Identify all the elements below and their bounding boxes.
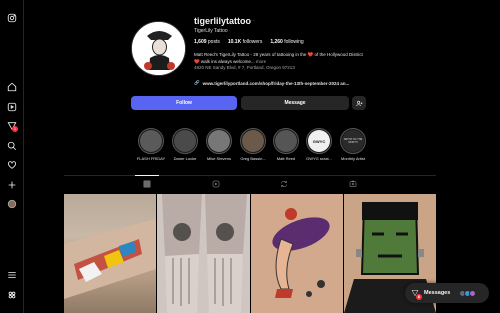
reels-tab-icon xyxy=(212,180,220,188)
active-tab-indicator xyxy=(135,175,159,176)
profile-avatar[interactable] xyxy=(131,21,186,76)
post-thumbnail[interactable] xyxy=(64,194,156,313)
tab-reels[interactable] xyxy=(212,180,220,188)
left-nav-rail: 1 xyxy=(0,0,24,313)
add-person-icon xyxy=(355,100,362,106)
profile-full-name: TigerLily Tattoo xyxy=(194,28,228,34)
messages-badge: 6 xyxy=(416,294,422,300)
message-button[interactable]: Message xyxy=(241,96,349,110)
grid-icon xyxy=(143,180,151,188)
post-thumbnail[interactable] xyxy=(251,194,343,313)
messenger-icon[interactable]: 1 xyxy=(7,121,18,132)
message-avatars xyxy=(459,289,477,297)
highlight-matt-reed[interactable]: Matt Reed xyxy=(270,128,302,161)
reels-icon[interactable] xyxy=(7,102,17,112)
messages-label: Messages xyxy=(424,290,451,296)
highlight-label: Monthly Artist xyxy=(340,156,365,161)
highlight-cover xyxy=(208,130,230,152)
tab-posts[interactable] xyxy=(143,180,151,188)
highlight-greg-bassin[interactable]: Greg Bassin... xyxy=(237,128,269,161)
highlight-cover xyxy=(174,130,196,152)
post-thumbnail[interactable] xyxy=(157,194,250,313)
tattoo-photo-arm xyxy=(64,219,156,299)
tagged-icon xyxy=(349,180,357,187)
menu-icon[interactable] xyxy=(7,270,17,280)
messages-button[interactable]: 6 Messages xyxy=(405,283,489,303)
home-icon[interactable] xyxy=(7,82,17,92)
follow-button[interactable]: Follow xyxy=(131,96,237,110)
highlight-label: Mike Stevens xyxy=(206,156,231,161)
highlight-cover: GWYC xyxy=(308,130,330,152)
notification-badge: 1 xyxy=(12,126,18,132)
highlight-daner-locke[interactable]: Daner Locke xyxy=(169,128,201,161)
highlight-label: Matt Reed xyxy=(276,156,296,161)
instagram-logo-icon[interactable] xyxy=(7,13,17,23)
highlight-label: Greg Bassin... xyxy=(240,156,266,161)
suggest-user-button[interactable] xyxy=(352,96,366,110)
tab-reposts[interactable] xyxy=(280,180,288,188)
highlight-flash-friday[interactable]: FLASH FRIDAY xyxy=(135,128,167,161)
profile-link[interactable]: 🔗 www.tigerlilyportland.com/shop/friday-… xyxy=(194,80,349,86)
profile-username: tigerlilytattoo xyxy=(194,16,252,26)
avatar xyxy=(469,289,477,297)
create-icon[interactable] xyxy=(7,180,17,190)
highlight-cover xyxy=(275,130,297,152)
highlight-monthly-artist[interactable]: ARTIST OF THE MONTH Monthly Artist xyxy=(337,128,369,161)
threads-icon[interactable] xyxy=(7,290,17,300)
following-count[interactable]: 1,260 following xyxy=(270,39,303,45)
highlight-label: GWYG scrat... xyxy=(306,156,332,161)
profile-link-text[interactable]: www.tigerlilyportland.com/shop/friday-th… xyxy=(203,81,350,86)
highlight-cover: ARTIST OF THE MONTH xyxy=(342,130,364,152)
profile-bio: Matt Reed's TigerLily Tattoo - 28 years … xyxy=(194,52,374,72)
highlight-cover xyxy=(242,130,264,152)
tabs-divider xyxy=(64,175,436,176)
posts-count[interactable]: 1,609 posts xyxy=(194,39,220,45)
heart-icon[interactable] xyxy=(7,160,17,170)
repost-icon xyxy=(281,180,287,188)
highlight-label: FLASH FRIDAY xyxy=(136,156,166,161)
bio-address: 4820 NE Sandy Blvd, # 7, Portland, Orego… xyxy=(194,65,295,70)
profile-stats: 1,609 posts 10.1K followers 1,260 follow… xyxy=(194,39,304,45)
highlight-gwyg-scratch[interactable]: GWYC GWYG scrat... xyxy=(303,128,335,161)
bio-more-link[interactable]: more xyxy=(256,59,266,64)
highlight-mike-stevens[interactable]: Mike Stevens xyxy=(203,128,235,161)
search-icon[interactable] xyxy=(7,141,17,151)
tattoo-photo-pinup xyxy=(251,194,343,313)
followers-count[interactable]: 10.1K followers xyxy=(228,39,262,45)
tattoo-photo-hands xyxy=(157,194,250,313)
tab-tagged[interactable] xyxy=(349,180,357,188)
highlight-cover xyxy=(140,130,162,152)
profile-avatar-icon[interactable] xyxy=(7,199,17,209)
more-options-icon[interactable]: ··· xyxy=(249,18,255,24)
highlight-label: Daner Locke xyxy=(173,156,197,161)
link-icon: 🔗 xyxy=(194,80,200,85)
